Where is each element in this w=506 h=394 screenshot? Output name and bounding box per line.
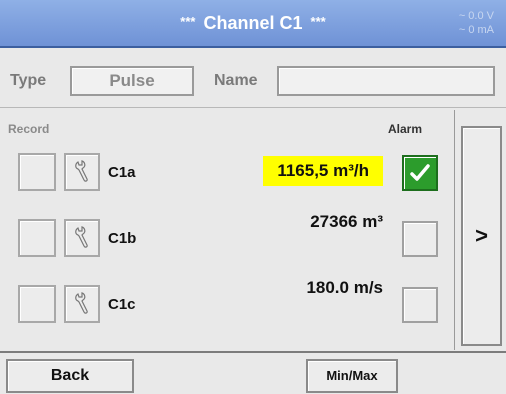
checkmark-icon [410, 164, 430, 181]
title-stars-right: *** [310, 14, 326, 29]
window-title: *** Channel C1 *** [0, 13, 506, 34]
record-checkbox[interactable] [18, 285, 56, 323]
alarm-header: Alarm [388, 122, 423, 136]
type-field[interactable]: Pulse [70, 66, 194, 96]
alarm-checkbox[interactable] [402, 221, 438, 257]
channel-settings-row: Type Pulse Name [0, 50, 506, 108]
channel-name: C1c [108, 296, 136, 313]
wrench-icon [75, 226, 88, 248]
channel-value: 1165,5 m³/h [263, 156, 383, 186]
channel-row-c1c: C1c 180.0 m/s [0, 274, 455, 334]
minmax-button[interactable]: Min/Max [306, 359, 398, 393]
type-label: Type [10, 72, 47, 89]
channel-name: C1a [108, 164, 136, 181]
signal-readout: ~ 0.0 V ~ 0 mA [459, 9, 494, 37]
wrench-icon [75, 160, 88, 182]
record-header: Record [8, 122, 50, 136]
settings-button[interactable] [64, 285, 100, 323]
channel-row-c1a: C1a 1165,5 m³/h [0, 142, 455, 202]
channel-panel: Record Alarm C1a 1165,5 m³/h C1b 27366 m… [0, 110, 455, 350]
channel-row-c1b: C1b 27366 m³ [0, 208, 455, 268]
settings-button[interactable] [64, 153, 100, 191]
channel-value: 180.0 m/s [306, 278, 383, 297]
channel-value: 27366 m³ [310, 212, 383, 231]
record-checkbox[interactable] [18, 219, 56, 257]
back-button[interactable]: Back [6, 359, 134, 393]
title-stars-left: *** [180, 14, 196, 29]
name-field[interactable] [277, 66, 495, 96]
voltage-readout: ~ 0.0 V [458, 10, 494, 22]
channel-name: C1b [108, 230, 137, 247]
record-checkbox[interactable] [18, 153, 56, 191]
next-page-button[interactable]: > [461, 126, 502, 346]
alarm-checkbox[interactable] [402, 155, 438, 191]
title-bar: *** Channel C1 *** ~ 0.0 V ~ 0 mA [0, 0, 506, 48]
current-readout: ~ 0 mA [458, 24, 494, 36]
name-label: Name [214, 72, 258, 89]
alarm-checkbox[interactable] [402, 287, 438, 323]
title-text: Channel C1 [203, 13, 303, 33]
settings-button[interactable] [64, 219, 100, 257]
wrench-icon [75, 292, 88, 314]
bottom-bar: Back Min/Max [0, 351, 506, 394]
